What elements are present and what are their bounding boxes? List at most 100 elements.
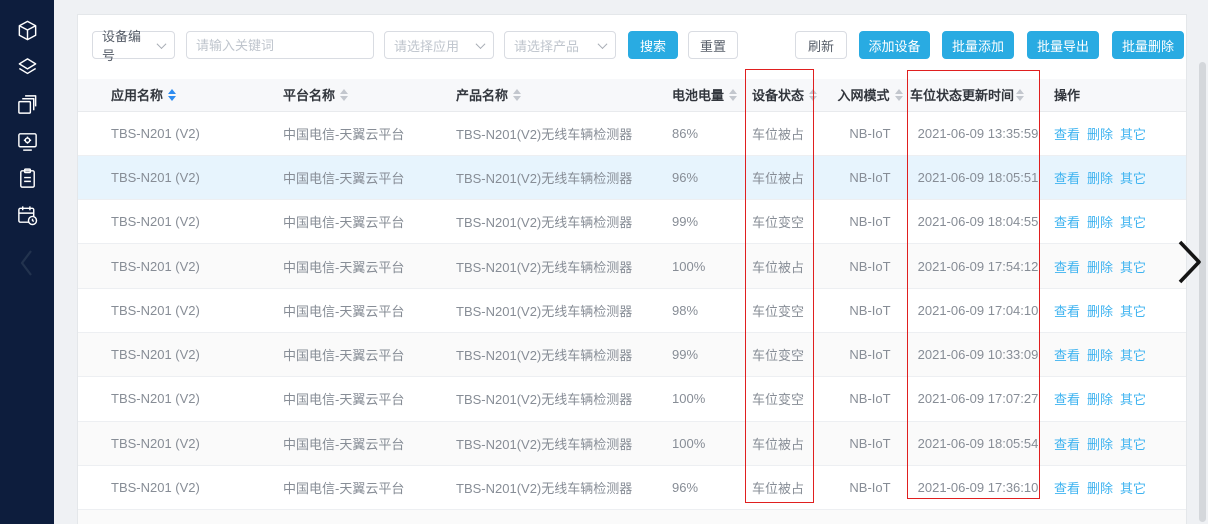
- product-select-placeholder: 请选择产品: [514, 36, 579, 55]
- sort-carets-icon[interactable]: [1016, 89, 1024, 101]
- application-select-placeholder: 请选择应用: [394, 36, 459, 55]
- cell-network: NB-IoT: [834, 421, 906, 465]
- table-row: TBS-N201 (V2)中国电信-天翼云平台TBS-N201(V2)无线车辆检…: [78, 377, 1187, 421]
- cell-network: NB-IoT: [834, 244, 906, 288]
- column-label: 电池电量: [672, 85, 724, 104]
- filter-toolbar: 设备编号 请选择应用 请选择产品 搜索 重置 刷新 添加设备 批量添加 批量导出…: [92, 31, 1184, 59]
- delete-link[interactable]: 删除: [1087, 392, 1113, 407]
- other-link[interactable]: 其它: [1120, 348, 1146, 363]
- clipboard-icon: [16, 167, 39, 190]
- reset-button[interactable]: 重置: [688, 31, 738, 59]
- view-link[interactable]: 查看: [1054, 260, 1080, 275]
- view-link[interactable]: 查看: [1054, 437, 1080, 452]
- delete-link[interactable]: 删除: [1087, 348, 1113, 363]
- other-link[interactable]: 其它: [1120, 215, 1146, 230]
- refresh-button[interactable]: 刷新: [795, 31, 847, 59]
- sidebar-item-monitor[interactable]: [0, 123, 54, 160]
- table-row: TBS-N201 (V2)中国电信-天翼云平台TBS-N201(V2)无线车辆检…: [78, 421, 1187, 465]
- sort-carets-icon[interactable]: [340, 89, 348, 101]
- copies-icon: [16, 93, 39, 116]
- view-link[interactable]: 查看: [1054, 127, 1080, 142]
- cell-product: TBS-N201(V2)无线车辆检测器: [456, 155, 669, 199]
- view-link[interactable]: 查看: [1054, 481, 1080, 496]
- device-list-panel: 设备编号 请选择应用 请选择产品 搜索 重置 刷新 添加设备 批量添加 批量导出…: [77, 14, 1187, 524]
- product-select[interactable]: 请选择产品: [504, 31, 616, 59]
- cell-battery: 99%: [669, 332, 744, 376]
- batch-add-button[interactable]: 批量添加: [942, 31, 1014, 59]
- column-header-status[interactable]: 设备状态: [744, 79, 834, 111]
- column-header-updated[interactable]: 车位状态更新时间: [906, 79, 1050, 111]
- cell-network: NB-IoT: [834, 200, 906, 244]
- cell-network: NB-IoT: [834, 332, 906, 376]
- next-page-arrow[interactable]: [1176, 239, 1203, 288]
- delete-link[interactable]: 删除: [1087, 304, 1113, 319]
- cell-actions: 查看删除其它: [1050, 332, 1187, 376]
- search-field-select-value: 设备编号: [102, 26, 150, 64]
- add-device-button[interactable]: 添加设备: [859, 31, 930, 59]
- cell-app: TBS-N201 (V2): [78, 332, 283, 376]
- batch-delete-button[interactable]: 批量删除: [1112, 31, 1184, 59]
- sidebar-item-products[interactable]: [0, 86, 54, 123]
- cell-actions: 查看删除其它: [1050, 377, 1187, 421]
- batch-export-button[interactable]: 批量导出: [1027, 31, 1099, 59]
- column-header-product[interactable]: 产品名称: [456, 79, 669, 111]
- table-row: TBS-N201 (V2)中国电信-天翼云平台TBS-N201(V2)无线车辆检…: [78, 288, 1187, 332]
- cell-platform: 中国电信-天翼云平台: [283, 332, 456, 376]
- cell-actions: 查看删除其它: [1050, 288, 1187, 332]
- column-header-actions: 操作: [1050, 79, 1187, 111]
- cell-battery: 100%: [669, 244, 744, 288]
- other-link[interactable]: 其它: [1120, 304, 1146, 319]
- table-row: TBS-N201 (V2)中国电信-天翼云平台TBS-N201(V2)无线车辆检…: [78, 244, 1187, 288]
- search-button[interactable]: 搜索: [628, 31, 678, 59]
- sort-carets-icon[interactable]: [729, 89, 737, 101]
- sidebar-item-applications[interactable]: [0, 49, 54, 86]
- other-link[interactable]: 其它: [1120, 171, 1146, 186]
- sidebar-item-schedule[interactable]: [0, 197, 54, 234]
- delete-link[interactable]: 删除: [1087, 481, 1113, 496]
- cell-platform: 中国电信-天翼云平台: [283, 288, 456, 332]
- delete-link[interactable]: 删除: [1087, 260, 1113, 275]
- column-header-battery[interactable]: 电池电量: [669, 79, 744, 111]
- delete-link[interactable]: 删除: [1087, 171, 1113, 186]
- delete-link[interactable]: 删除: [1087, 127, 1113, 142]
- table-row: TBS-N201 (V2)中国电信-天翼云平台TBS-N201(V2)无线车辆检…: [78, 465, 1187, 509]
- cell-empty: [744, 510, 834, 524]
- view-link[interactable]: 查看: [1054, 304, 1080, 319]
- sidebar-item-records[interactable]: [0, 160, 54, 197]
- keyword-input[interactable]: [196, 38, 364, 53]
- sort-carets-icon[interactable]: [809, 89, 817, 101]
- view-link[interactable]: 查看: [1054, 392, 1080, 407]
- search-field-select[interactable]: 设备编号: [92, 31, 175, 59]
- column-header-network[interactable]: 入网模式: [834, 79, 906, 111]
- cell-actions: 查看删除其它: [1050, 111, 1187, 155]
- column-label: 车位状态更新时间: [910, 85, 1014, 104]
- delete-link[interactable]: 删除: [1087, 215, 1113, 230]
- column-header-platform[interactable]: 平台名称: [283, 79, 456, 111]
- cell-empty: [283, 510, 456, 524]
- vertical-scrollbar[interactable]: [1199, 62, 1206, 522]
- cell-app: TBS-N201 (V2): [78, 465, 283, 509]
- table-row-partial: [78, 510, 1187, 524]
- cell-updated: 2021-06-09 17:07:27: [906, 377, 1050, 421]
- other-link[interactable]: 其它: [1120, 437, 1146, 452]
- view-link[interactable]: 查看: [1054, 348, 1080, 363]
- other-link[interactable]: 其它: [1120, 260, 1146, 275]
- sidebar-collapse-button[interactable]: [0, 244, 54, 281]
- view-link[interactable]: 查看: [1054, 171, 1080, 186]
- other-link[interactable]: 其它: [1120, 481, 1146, 496]
- cell-status: 车位变空: [744, 377, 834, 421]
- application-select[interactable]: 请选择应用: [384, 31, 494, 59]
- delete-link[interactable]: 删除: [1087, 437, 1113, 452]
- other-link[interactable]: 其它: [1120, 127, 1146, 142]
- sort-carets-icon[interactable]: [895, 89, 903, 101]
- cell-platform: 中国电信-天翼云平台: [283, 465, 456, 509]
- cell-battery: 100%: [669, 421, 744, 465]
- sort-carets-icon[interactable]: [513, 89, 521, 101]
- cell-platform: 中国电信-天翼云平台: [283, 244, 456, 288]
- sidebar-item-devices[interactable]: [0, 12, 54, 49]
- sort-carets-icon[interactable]: [168, 89, 176, 101]
- other-link[interactable]: 其它: [1120, 392, 1146, 407]
- column-header-app[interactable]: 应用名称: [78, 79, 283, 111]
- cell-network: NB-IoT: [834, 465, 906, 509]
- view-link[interactable]: 查看: [1054, 215, 1080, 230]
